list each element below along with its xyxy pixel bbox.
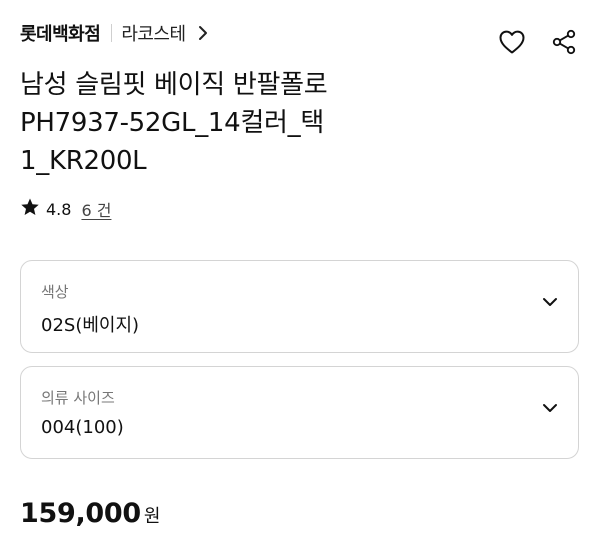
brand-name: 라코스테	[121, 24, 186, 45]
price-currency: 원	[143, 506, 161, 527]
price-amount: 159,000	[20, 498, 141, 529]
color-select-value: 02S(베이지)	[41, 315, 140, 336]
rating-value: 4.8	[46, 199, 72, 219]
breadcrumb-divider	[111, 24, 113, 42]
product-title-line: PH7937-52GL_14컬러_택	[20, 108, 324, 138]
price: 159,000 원	[20, 498, 160, 529]
brand-link[interactable]: 라코스테	[121, 20, 207, 46]
product-title: 남성 슬림핏 베이직 반팔폴로 PH7937-52GL_14컬러_택 1_KR2…	[20, 66, 480, 180]
chevron-right-icon	[198, 25, 208, 41]
size-select[interactable]: 의류 사이즈 004(100)	[20, 366, 579, 459]
product-title-line: 1_KR200L	[20, 146, 147, 176]
chevron-down-icon	[542, 403, 558, 413]
breadcrumb: 롯데백화점 라코스테	[20, 18, 208, 48]
store-name-link[interactable]: 롯데백화점	[20, 20, 101, 46]
header-actions	[496, 28, 580, 60]
product-title-line: 남성 슬림핏 베이직 반팔폴로	[20, 70, 328, 100]
color-select[interactable]: 색상 02S(베이지)	[20, 260, 579, 353]
size-select-value: 004(100)	[41, 417, 124, 438]
color-select-label: 색상	[41, 283, 69, 301]
size-select-label: 의류 사이즈	[41, 389, 115, 407]
chevron-down-icon	[542, 297, 558, 307]
review-count-link[interactable]: 6 건	[81, 197, 111, 221]
rating-summary: 4.8 6 건	[20, 196, 111, 222]
wishlist-button[interactable]	[496, 28, 528, 60]
heart-icon	[498, 29, 526, 59]
share-icon	[551, 29, 577, 59]
share-button[interactable]	[548, 28, 580, 60]
star-icon	[20, 197, 40, 221]
